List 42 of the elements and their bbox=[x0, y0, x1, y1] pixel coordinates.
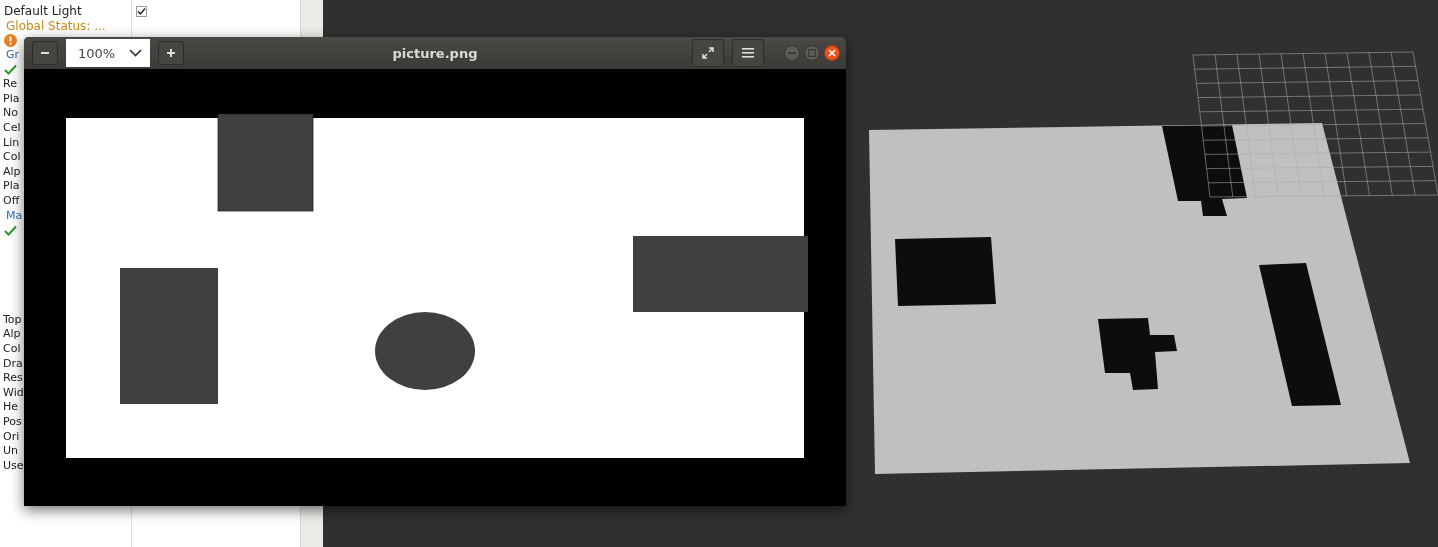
window-title: picture.png bbox=[392, 45, 478, 61]
property-label: Use bbox=[2, 458, 24, 473]
property-label: Pla bbox=[2, 91, 20, 106]
property-label: Col bbox=[2, 150, 21, 165]
property-label: Col bbox=[2, 342, 21, 356]
property-label: Alp bbox=[2, 164, 21, 179]
maximize-icon bbox=[808, 49, 816, 57]
menu-icon bbox=[742, 48, 754, 58]
status-label: Global Status: ... bbox=[5, 18, 106, 33]
checkmark-icon bbox=[4, 64, 17, 76]
property-label: Pla bbox=[2, 179, 20, 194]
property-label: Alp bbox=[2, 327, 21, 342]
property-label: Off bbox=[2, 194, 20, 208]
property-label: Lin bbox=[2, 135, 20, 150]
property-label: Wid bbox=[2, 385, 24, 400]
property-label: Re bbox=[2, 77, 17, 92]
minimize-icon bbox=[788, 49, 796, 57]
close-icon bbox=[828, 49, 836, 57]
group-label: Gr bbox=[5, 48, 20, 63]
checkbox[interactable] bbox=[136, 5, 147, 17]
property-label: Pos bbox=[2, 414, 22, 429]
zoom-out-button[interactable] bbox=[32, 41, 58, 65]
expand-icon bbox=[701, 46, 715, 60]
property-label: Res bbox=[2, 371, 23, 386]
property-label: Default Light bbox=[3, 4, 82, 19]
property-label: Ori bbox=[2, 429, 20, 444]
property-label: Un bbox=[2, 444, 19, 459]
chevron-icon bbox=[129, 49, 142, 57]
plus-icon bbox=[166, 48, 176, 58]
group-label: Ma bbox=[5, 208, 23, 223]
close-button[interactable] bbox=[824, 45, 840, 61]
checkmark-icon bbox=[4, 224, 17, 236]
menu-button[interactable] bbox=[732, 39, 764, 67]
fullscreen-button[interactable] bbox=[692, 39, 724, 67]
property-label: No bbox=[2, 106, 18, 121]
property-label: Cel bbox=[2, 121, 21, 136]
warning-icon bbox=[4, 34, 17, 47]
property-label: He bbox=[2, 400, 19, 415]
property-label: Top bbox=[2, 312, 22, 327]
zoom-field[interactable]: 100% bbox=[66, 39, 150, 67]
property-label: Dra bbox=[2, 356, 23, 371]
zoom-in-button[interactable] bbox=[158, 41, 184, 65]
